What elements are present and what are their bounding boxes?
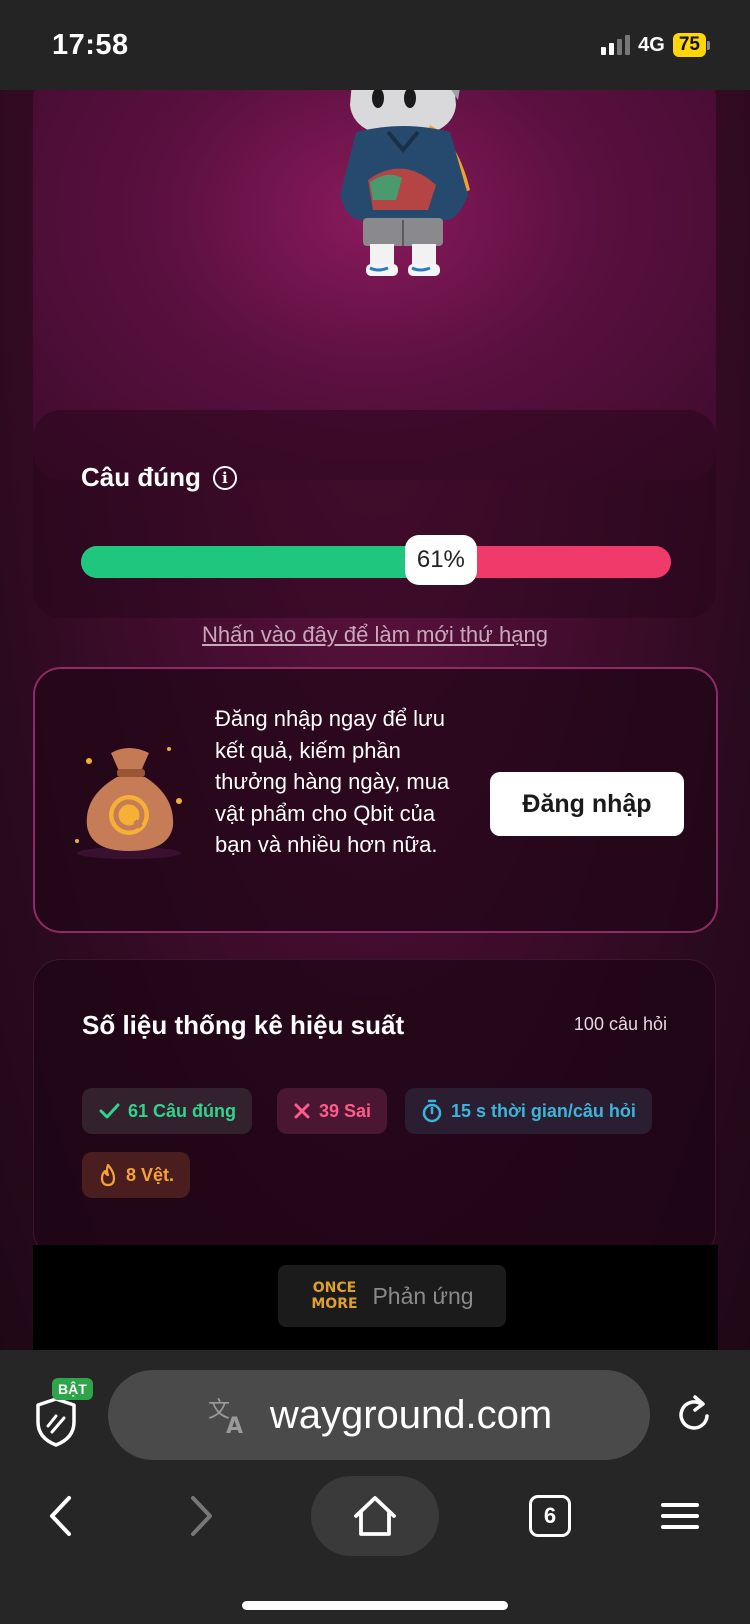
accuracy-heading: Câu đúng i xyxy=(81,462,237,493)
avatar-character xyxy=(340,90,470,276)
cross-icon xyxy=(294,1103,310,1119)
page-content: Câu đúng i 61% Nhấn vào đây để làm mới t… xyxy=(0,90,750,1350)
home-indicator xyxy=(242,1601,508,1610)
browser-toolbar: BẬT 文 A wayground.com 6 xyxy=(0,1350,750,1624)
url-text: wayground.com xyxy=(269,1392,553,1437)
shield-button[interactable]: BẬT xyxy=(30,1378,96,1454)
timer-icon xyxy=(422,1099,442,1123)
refresh-rank-link[interactable]: Nhấn vào đây để làm mới thứ hạng xyxy=(0,622,750,648)
status-bar: 17:58 4G 75 xyxy=(0,0,750,90)
home-icon xyxy=(354,1496,396,1536)
status-indicators: 4G 75 xyxy=(601,33,710,57)
accuracy-percent-badge: 61% xyxy=(404,535,477,585)
tabs-button[interactable]: 6 xyxy=(524,1490,576,1542)
login-promo-text: Đăng nhập ngay để lưu kết quả, kiếm phần… xyxy=(215,706,450,857)
shield-status-badge: BẬT xyxy=(52,1378,93,1400)
correct-count-chip: 61 Câu đúng xyxy=(82,1088,253,1134)
streak-label: 8 Vệt. xyxy=(126,1164,175,1185)
tabs-count: 6 xyxy=(529,1495,571,1537)
battery-level: 75 xyxy=(672,33,706,57)
reaction-strip: ONCE MORE Phản ứng xyxy=(33,1245,718,1350)
flame-icon xyxy=(100,1163,116,1187)
question-count: 100 câu hỏi xyxy=(573,1014,667,1034)
money-bag-icon xyxy=(75,747,182,859)
address-bar[interactable]: 文 A wayground.com xyxy=(108,1370,650,1460)
reaction-label: Phản ứng xyxy=(372,1282,474,1309)
translate-icon[interactable]: 文 A xyxy=(206,1395,250,1435)
home-button[interactable] xyxy=(311,1476,439,1556)
forward-arrow-icon xyxy=(191,1496,212,1536)
battery-icon: 75 xyxy=(672,33,710,57)
wrong-count-label: 39 Sai xyxy=(319,1100,372,1121)
browser-nav-row: 6 xyxy=(0,1476,750,1556)
menu-icon xyxy=(661,1503,699,1529)
correct-count-label: 61 Câu đúng xyxy=(128,1100,237,1121)
login-promo-card: Đăng nhập ngay để lưu kết quả, kiếm phần… xyxy=(33,667,718,933)
accuracy-progress-bar: 61% xyxy=(81,535,671,585)
forward-button[interactable] xyxy=(182,1490,222,1542)
time-per-question-label: 15 s thời gian/câu hỏi xyxy=(451,1100,636,1121)
stats-title: Số liệu thống kê hiệu suất xyxy=(82,1010,405,1040)
back-button[interactable] xyxy=(40,1490,80,1542)
info-icon[interactable]: i xyxy=(212,465,237,490)
reload-icon[interactable] xyxy=(675,1392,715,1436)
menu-button[interactable] xyxy=(658,1494,702,1538)
time-per-question-chip: 15 s thời gian/câu hỏi xyxy=(405,1088,652,1134)
once-more-logo: ONCE MORE xyxy=(311,1280,358,1312)
shield-icon xyxy=(36,1397,76,1447)
accuracy-title: Câu đúng xyxy=(81,462,201,492)
login-button[interactable]: Đăng nhập xyxy=(490,772,684,836)
accuracy-progress-fill xyxy=(81,546,441,578)
svg-text:A: A xyxy=(226,1414,243,1435)
streak-chip: 8 Vệt. xyxy=(82,1152,191,1198)
wrong-count-chip: 39 Sai xyxy=(277,1088,388,1134)
network-type: 4G xyxy=(638,33,665,56)
signal-icon xyxy=(601,35,631,55)
performance-stats-card: Số liệu thống kê hiệu suất 100 câu hỏi 6… xyxy=(33,959,716,1259)
back-arrow-icon xyxy=(50,1496,71,1536)
accuracy-card: Câu đúng i 61% xyxy=(33,410,716,618)
status-time: 17:58 xyxy=(52,28,129,61)
check-icon xyxy=(99,1103,120,1119)
reaction-button[interactable]: ONCE MORE Phản ứng xyxy=(278,1265,506,1327)
